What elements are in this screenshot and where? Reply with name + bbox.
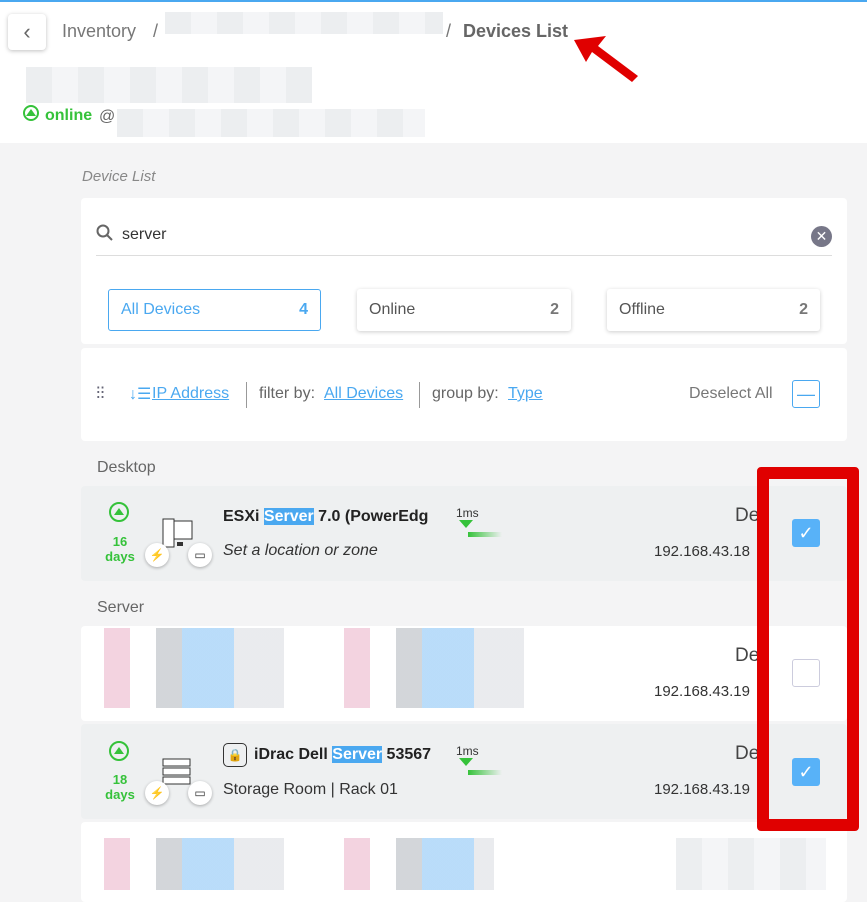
redacted-device-info	[104, 628, 524, 708]
tab-label: Offline	[619, 301, 665, 318]
filter-label: filter by:	[259, 385, 316, 402]
tab-all-devices[interactable]: All Devices 4	[108, 289, 321, 331]
ip-address: 192.168.43.19	[654, 781, 750, 798]
annotation-highlight-box	[757, 467, 859, 831]
latency-bar	[468, 532, 502, 537]
device-name[interactable]: ESXi Server 7.0 (PowerEdg	[223, 508, 428, 526]
online-status-icon	[109, 502, 129, 522]
device-type: De	[735, 645, 760, 666]
uptime-value: 16	[112, 534, 128, 549]
power-icon: ⚡	[145, 543, 169, 567]
ip-address: 192.168.43.18	[654, 543, 750, 560]
device-type: De	[735, 505, 760, 526]
tab-label: Online	[369, 301, 416, 318]
redacted-breadcrumb	[165, 12, 443, 34]
name-part: ESXi	[223, 508, 264, 525]
breadcrumb-separator: /	[446, 21, 452, 41]
at-sign: @	[99, 108, 116, 125]
group-link[interactable]: Type	[508, 385, 543, 403]
lock-icon: 🔒	[223, 743, 247, 767]
section-label: Device List	[82, 168, 156, 185]
redacted-device-info	[104, 838, 494, 890]
breadcrumb-current: Devices List	[463, 21, 569, 41]
redacted-device-info	[676, 838, 826, 890]
ip-address: 192.168.43.19	[654, 683, 750, 700]
name-part: 53567	[382, 746, 432, 763]
redacted-host	[117, 109, 425, 137]
online-status-icon	[109, 741, 129, 761]
uptime: 18 days	[100, 772, 140, 802]
location-link[interactable]: Storage Room | Rack 01	[223, 781, 398, 799]
tab-count: 4	[299, 301, 308, 318]
breadcrumb-separator: /	[153, 21, 159, 41]
filter-link[interactable]: All Devices	[324, 385, 403, 403]
deselect-all-button[interactable]: Deselect All	[689, 385, 773, 403]
name-part: iDrac Dell	[254, 746, 333, 763]
chevron-left-icon: ‹	[23, 19, 31, 44]
ethernet-icon: ▭	[188, 543, 212, 567]
divider	[419, 382, 420, 408]
sliders-icon[interactable]: ⫶⫶	[96, 384, 105, 404]
ethernet-icon: ▭	[188, 781, 212, 805]
latency: 1ms	[456, 506, 479, 520]
search-icon	[96, 224, 113, 241]
online-status-icon	[23, 105, 39, 121]
tab-online[interactable]: Online 2	[357, 289, 571, 331]
uptime: 16 days	[100, 534, 140, 564]
name-part: 7.0 (PowerEdg	[313, 508, 429, 525]
divider	[246, 382, 247, 408]
tab-label: All Devices	[121, 301, 201, 318]
group-server: Server	[97, 599, 145, 616]
sort-link[interactable]: IP Address	[152, 385, 229, 403]
search-input[interactable]	[122, 226, 802, 244]
uptime-value: 18	[112, 772, 128, 787]
group-label: group by:	[432, 385, 499, 402]
latency: 1ms	[456, 744, 479, 758]
tab-count: 2	[799, 301, 808, 318]
location-link[interactable]: Set a location or zone	[223, 542, 378, 560]
power-icon: ⚡	[145, 781, 169, 805]
tab-offline[interactable]: Offline 2	[607, 289, 820, 331]
back-button[interactable]: ‹	[8, 14, 46, 50]
server-rack-icon	[162, 758, 191, 785]
search-highlight: Server	[263, 508, 314, 525]
desktop-icon	[162, 518, 193, 548]
device-name[interactable]: iDrac Dell Server 53567	[254, 746, 431, 764]
uptime-unit: days	[105, 787, 135, 802]
search-highlight: Server	[332, 746, 383, 763]
divider	[96, 255, 832, 256]
device-type: De	[735, 743, 760, 764]
clear-search-icon[interactable]: ✕	[811, 226, 832, 247]
breadcrumb-inventory[interactable]: Inventory	[62, 21, 136, 42]
group-desktop: Desktop	[97, 459, 156, 476]
uptime-unit: days	[105, 549, 135, 564]
online-status: online	[45, 107, 93, 124]
latency-bar	[468, 770, 502, 775]
deselect-all-checkbox[interactable]: —	[792, 380, 820, 408]
annotation-arrow-icon	[574, 36, 638, 82]
redacted-device-name	[26, 67, 312, 103]
sort-icon[interactable]: ↓☰	[129, 384, 151, 404]
tab-count: 2	[550, 301, 559, 318]
